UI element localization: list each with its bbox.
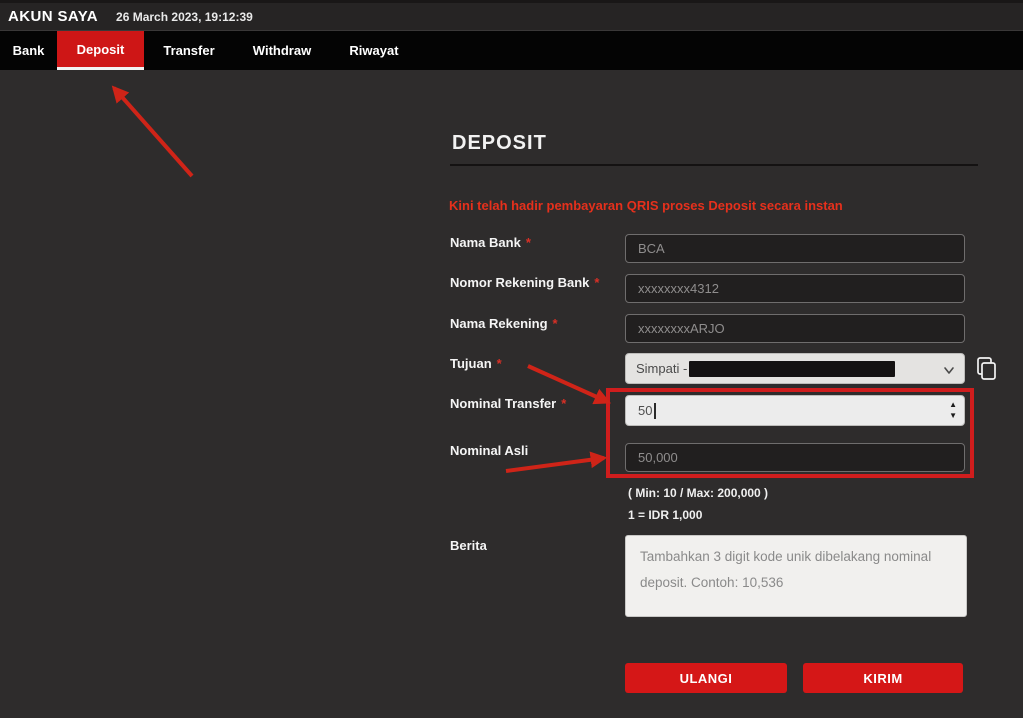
title-bar: AKUN SAYA 26 March 2023, 19:12:39 [0,0,1023,31]
tab-withdraw[interactable]: Withdraw [234,31,330,70]
ulangi-button[interactable]: ULANGI [625,663,787,693]
required-asterisk: * [594,275,599,290]
timestamp: 26 March 2023, 19:12:39 [116,10,253,24]
chevron-down-icon [943,363,955,381]
nominal-transfer-label: Nominal Transfer* [450,396,566,411]
number-stepper[interactable]: ▲ ▼ [949,399,957,421]
deposit-page: AKUN SAYA 26 March 2023, 19:12:39 Bank D… [0,0,1023,718]
required-asterisk: * [553,316,558,331]
copy-icon[interactable] [974,356,998,387]
required-asterisk: * [561,396,566,411]
tujuan-select[interactable]: Simpati - [625,353,965,384]
kirim-button[interactable]: KIRIM [803,663,963,693]
required-asterisk: * [526,235,531,250]
nama-bank-input[interactable] [625,234,965,263]
nav-bar: Bank Deposit Transfer Withdraw Riwayat [0,31,1023,70]
stepper-up-icon[interactable]: ▲ [949,399,957,410]
nominal-asli-input[interactable] [625,443,965,472]
rate-note: 1 = IDR 1,000 [628,508,702,522]
nomor-rekening-label: Nomor Rekening Bank* [450,275,599,290]
page-title: DEPOSIT [452,132,547,155]
annotation-arrow-deposit-tab [114,88,192,176]
tujuan-selected-value: Simpati - [636,361,687,376]
min-max-note: ( Min: 10 / Max: 200,000 ) [628,486,768,500]
tujuan-label: Tujuan* [450,356,502,371]
tab-transfer[interactable]: Transfer [144,31,234,70]
nomor-rekening-input[interactable] [625,274,965,303]
nominal-asli-label: Nominal Asli [450,443,528,458]
nominal-transfer-field: ▲ ▼ [625,395,965,426]
nama-rekening-label: Nama Rekening* [450,316,558,331]
berita-textarea[interactable]: Tambahkan 3 digit kode unik dibelakang n… [625,535,967,617]
text-cursor [654,403,656,419]
nama-bank-label: Nama Bank* [450,235,531,250]
berita-label: Berita [450,538,487,553]
annotation-arrow-nominal-asli [506,458,604,471]
app-title: AKUN SAYA [8,8,98,25]
tab-bank[interactable]: Bank [0,31,57,70]
nominal-transfer-input[interactable] [626,396,938,425]
tab-deposit[interactable]: Deposit [57,31,144,70]
qris-notice: Kini telah hadir pembayaran QRIS proses … [449,198,843,213]
tab-riwayat[interactable]: Riwayat [330,31,418,70]
nama-rekening-input[interactable] [625,314,965,343]
required-asterisk: * [497,356,502,371]
redacted-value [689,361,895,377]
stepper-down-icon[interactable]: ▼ [949,410,957,421]
heading-divider [450,164,978,166]
